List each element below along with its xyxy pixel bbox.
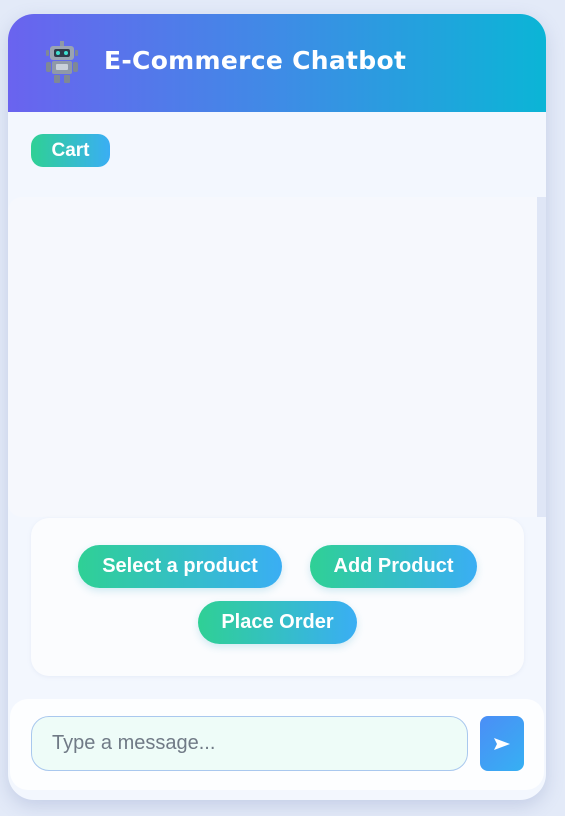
- chat-messages-area[interactable]: [8, 197, 537, 517]
- quick-actions-panel: Select a product Add Product Place Order: [31, 518, 524, 676]
- robot-icon: [46, 41, 78, 83]
- send-button[interactable]: [480, 716, 524, 771]
- chat-header: E-Commerce Chatbot: [8, 14, 546, 112]
- message-composer: [10, 699, 544, 790]
- chat-title: E-Commerce Chatbot: [104, 46, 407, 75]
- message-input[interactable]: [31, 716, 468, 771]
- select-product-button[interactable]: Select a product: [78, 545, 282, 588]
- send-arrow-icon: [494, 737, 510, 750]
- place-order-button[interactable]: Place Order: [198, 601, 357, 644]
- add-product-button[interactable]: Add Product: [310, 545, 477, 588]
- chat-scrollbar[interactable]: [537, 197, 546, 517]
- cart-button[interactable]: Cart: [31, 134, 110, 167]
- chatbot-window: E-Commerce Chatbot Cart Select a product…: [8, 14, 546, 800]
